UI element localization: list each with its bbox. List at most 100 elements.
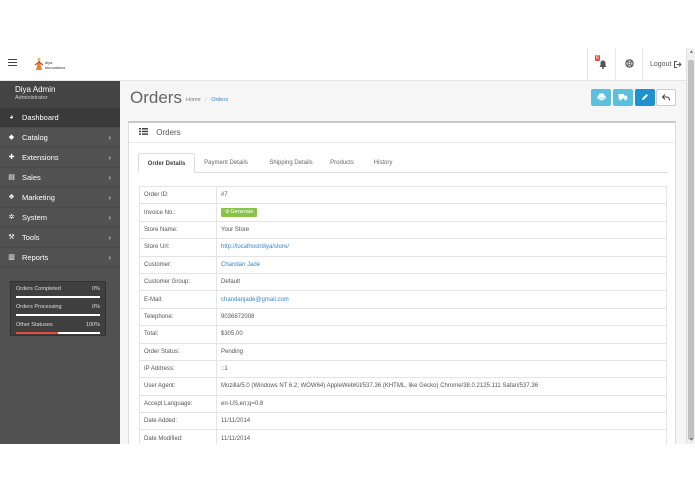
email-link[interactable]: chandanjade@gmail.com	[221, 297, 289, 303]
table-row: Telephone: 9036872008	[139, 307, 667, 327]
sidebar-item-label: System	[22, 213, 48, 222]
scroll-thumb[interactable]	[688, 60, 694, 440]
sidebar-item-dashboard[interactable]: ◕ Dashboard	[0, 108, 120, 128]
order-details-table: Order ID: #7 Invoice No.: ⚙Generate Store …	[139, 185, 667, 444]
table-row: E-Mail: chandanjade@gmail.com	[139, 290, 667, 309]
sidebar-item-label: Extensions	[22, 153, 59, 162]
app-window: diya innovations 6 Logout Diya Admin Adm…	[0, 48, 695, 444]
breadcrumb-separator: /	[205, 97, 207, 103]
tab-payment-details[interactable]: Payment Details	[198, 153, 254, 173]
customer-link[interactable]: Chandan Jade	[221, 262, 260, 268]
scroll-up-arrow-icon[interactable]: ▲	[688, 48, 695, 56]
print-invoice-button[interactable]	[591, 89, 611, 106]
page-scrollbar[interactable]: ▲ ▼	[686, 48, 695, 444]
scroll-down-arrow-icon[interactable]: ▼	[688, 436, 695, 444]
notifications-button[interactable]: 6	[587, 48, 615, 81]
row-value: ⚙Generate	[216, 203, 667, 222]
table-row: Customer Group: Default	[139, 272, 667, 292]
row-value: 11/11/2014	[216, 412, 667, 431]
row-value: Chandan Jade	[216, 255, 667, 274]
user-profile[interactable]: Diya Admin Administrator	[0, 81, 120, 108]
chevron-right-icon: ›	[108, 213, 111, 222]
row-value: chandanjade@gmail.com	[216, 290, 667, 309]
sidebar-item-label: Marketing	[22, 193, 55, 202]
tag-icon: ◆	[8, 134, 15, 141]
tab-history[interactable]: History	[369, 153, 397, 173]
sidebar-item-system[interactable]: ✲ System ›	[0, 208, 120, 228]
chevron-right-icon: ›	[108, 133, 111, 142]
table-row: Order ID: #7	[139, 185, 667, 205]
logo-mark-icon	[34, 57, 44, 70]
stat-orders-processing: Orders Processing 0%	[16, 303, 100, 321]
row-label: E-Mail:	[139, 290, 217, 309]
cart-icon: ▤	[8, 174, 15, 181]
menu-toggle-icon[interactable]	[8, 59, 17, 67]
row-value: $305.00	[216, 325, 667, 344]
sidebar-item-label: Reports	[22, 253, 49, 262]
panel-title: Orders	[156, 128, 181, 137]
row-value: Mozilla/5.0 (Windows NT 6.2; WOW64) Appl…	[216, 377, 667, 396]
row-value: Your Store	[216, 220, 667, 240]
back-button[interactable]	[656, 89, 676, 106]
stat-label: Orders Completed	[16, 286, 61, 292]
chevron-right-icon: ›	[108, 253, 111, 262]
breadcrumb-current[interactable]: Orders	[211, 97, 228, 103]
chevron-right-icon: ›	[108, 153, 111, 162]
breadcrumb-home[interactable]: Home	[186, 97, 201, 103]
table-row: Invoice No.: ⚙Generate	[139, 203, 667, 222]
wrench-icon: ⚒	[8, 234, 15, 241]
row-label: Order ID:	[139, 185, 217, 205]
row-label: Accept Language:	[139, 394, 217, 414]
tab-products[interactable]: Products	[326, 153, 358, 173]
table-row: Order Status: Pending	[139, 342, 667, 361]
table-row: Store Url: http://localhost/diya/store/	[139, 238, 667, 257]
tab-order-details[interactable]: Order Details	[138, 153, 195, 173]
logo[interactable]: diya innovations	[34, 56, 74, 74]
stat-value: 0%	[92, 286, 100, 292]
sign-out-icon	[674, 60, 683, 68]
row-value: http://localhost/diya/store/	[216, 238, 667, 257]
row-label: Date Added:	[139, 412, 217, 431]
help-button[interactable]	[615, 48, 642, 81]
top-header: diya innovations 6 Logout	[0, 48, 686, 81]
sidebar-item-reports[interactable]: ▥ Reports ›	[0, 248, 120, 268]
row-label: Store Url:	[139, 238, 217, 257]
sidebar: Diya Admin Administrator ◕ Dashboard ◆ C…	[0, 81, 120, 444]
logout-label: Logout	[650, 61, 672, 68]
reply-icon	[662, 94, 670, 101]
generate-invoice-button[interactable]: ⚙Generate	[221, 208, 258, 218]
dashboard-icon: ◕	[9, 114, 14, 121]
chevron-right-icon: ›	[108, 173, 111, 182]
row-label: Customer Group:	[139, 272, 217, 292]
tab-shipping-details[interactable]: Shipping Details	[260, 153, 322, 173]
bell-icon	[599, 60, 607, 69]
row-value: en-US,en;q=0.8	[216, 394, 667, 414]
sidebar-item-sales[interactable]: ▤ Sales ›	[0, 168, 120, 188]
row-value: 11/11/2014	[216, 429, 667, 444]
order-panel: Orders Order Details Payment Details Shi…	[128, 121, 676, 444]
table-row: Store Name: Your Store	[139, 220, 667, 240]
profile-name: Diya Admin	[15, 85, 56, 94]
table-row: Accept Language: en-US,en;q=0.8	[139, 394, 667, 414]
row-value: Default	[216, 272, 667, 292]
row-label: User Agent:	[139, 377, 217, 396]
puzzle-icon: ✚	[8, 154, 15, 161]
table-row: Customer: Chandan Jade	[139, 255, 667, 274]
sidebar-item-tools[interactable]: ⚒ Tools ›	[0, 228, 120, 248]
sidebar-item-extensions[interactable]: ✚ Extensions ›	[0, 148, 120, 168]
sidebar-item-marketing[interactable]: ❖ Marketing ›	[0, 188, 120, 208]
sidebar-item-catalog[interactable]: ◆ Catalog ›	[0, 128, 120, 148]
breadcrumb: Home / Orders	[186, 97, 228, 103]
print-shipping-button[interactable]	[613, 89, 633, 106]
table-row: IP Address:::1	[139, 359, 667, 379]
sidebar-item-label: Tools	[22, 233, 40, 242]
profile-role: Administrator	[15, 95, 48, 101]
store-url-link[interactable]: http://localhost/diya/store/	[221, 244, 289, 250]
row-label: IP Address:	[139, 359, 217, 379]
stat-other-statuses: Other Statuses 100%	[16, 321, 100, 339]
table-row: Date Modified: 11/11/2014	[139, 429, 667, 444]
edit-button[interactable]	[635, 89, 655, 106]
logo-text: diya innovations	[45, 60, 65, 70]
logout-button[interactable]: Logout	[642, 48, 686, 81]
order-stats: Orders Completed 0% Orders Processing 0%…	[10, 281, 106, 336]
